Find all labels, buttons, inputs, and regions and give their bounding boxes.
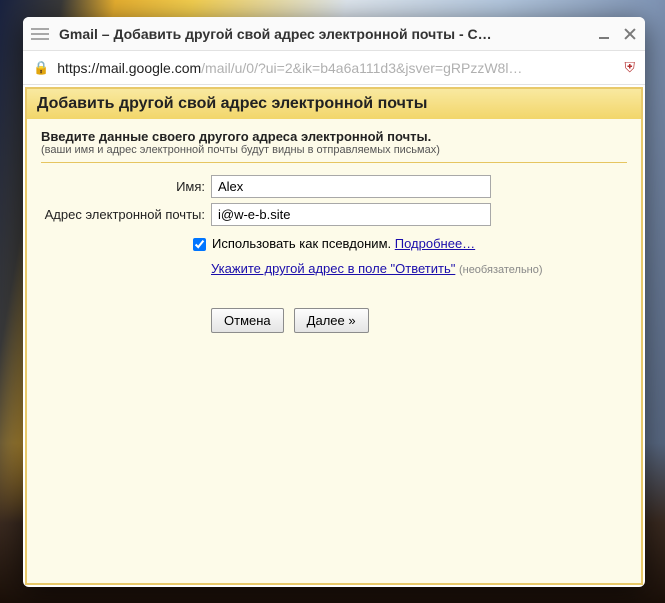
reply-link[interactable]: Укажите другой адрес в поле "Ответить" bbox=[211, 261, 455, 276]
menu-icon[interactable] bbox=[31, 25, 49, 43]
instruction-main: Введите данные своего другого адреса эле… bbox=[41, 129, 627, 144]
email-input[interactable] bbox=[211, 203, 491, 226]
lock-icon: 🔒 bbox=[33, 60, 49, 76]
email-label: Адрес электронной почты: bbox=[41, 207, 211, 222]
url-path: /mail/u/0/?ui=2&ik=b4a6a111d3&jsver=gRPz… bbox=[201, 60, 522, 76]
window-title: Gmail – Добавить другой свой адрес элект… bbox=[59, 26, 591, 42]
next-button[interactable]: Далее » bbox=[294, 308, 369, 333]
browser-window: Gmail – Добавить другой свой адрес элект… bbox=[23, 17, 645, 587]
button-row: Отмена Далее » bbox=[211, 308, 627, 333]
name-input[interactable] bbox=[211, 175, 491, 198]
url-text[interactable]: https://mail.google.com/mail/u/0/?ui=2&i… bbox=[57, 60, 616, 76]
window-controls bbox=[599, 27, 637, 41]
url-host: https://mail.google.com bbox=[57, 60, 201, 76]
divider bbox=[41, 162, 627, 163]
name-row: Имя: bbox=[41, 175, 627, 198]
page-content: Добавить другой свой адрес электронной п… bbox=[25, 87, 643, 585]
titlebar: Gmail – Добавить другой свой адрес элект… bbox=[23, 17, 645, 51]
minimize-button[interactable] bbox=[599, 27, 613, 41]
alias-row: Использовать как псевдоним. Подробнее… bbox=[211, 231, 627, 259]
instruction-sub: (ваши имя и адрес электронной почты буду… bbox=[41, 144, 627, 156]
alias-checkbox[interactable] bbox=[193, 238, 206, 251]
alias-text: Использовать как псевдоним. bbox=[212, 236, 391, 251]
reply-row: Укажите другой адрес в поле "Ответить" (… bbox=[211, 259, 627, 276]
page-heading: Добавить другой свой адрес электронной п… bbox=[27, 89, 641, 119]
cancel-button[interactable]: Отмена bbox=[211, 308, 284, 333]
email-row: Адрес электронной почты: bbox=[41, 203, 627, 226]
name-label: Имя: bbox=[41, 179, 211, 194]
reply-optional: (необязательно) bbox=[459, 264, 543, 276]
learn-more-link[interactable]: Подробнее… bbox=[395, 236, 475, 251]
url-bar: 🔒 https://mail.google.com/mail/u/0/?ui=2… bbox=[23, 51, 645, 85]
extension-icon[interactable]: ⛨ bbox=[625, 59, 636, 76]
close-button[interactable] bbox=[623, 27, 637, 41]
form-area: Введите данные своего другого адреса эле… bbox=[27, 119, 641, 343]
